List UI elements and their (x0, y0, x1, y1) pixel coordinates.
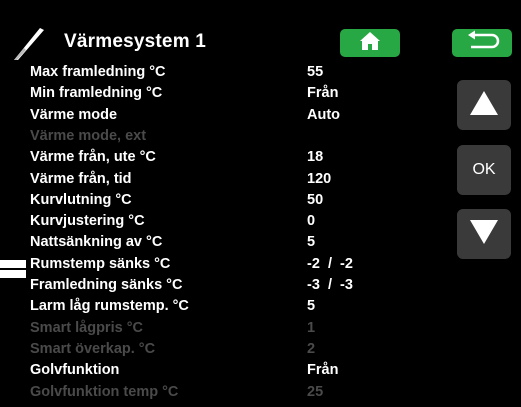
setting-row[interactable]: Rumstemp sänks °C -2 / -2 (0, 256, 440, 277)
setting-label: Värme mode, ext (30, 127, 147, 144)
setting-row[interactable]: Max framledning °C 55 (0, 64, 440, 85)
setting-value: Från (307, 362, 339, 379)
setting-value: Auto (307, 106, 341, 123)
setting-row: Smart överkap. °C 2 (0, 341, 440, 362)
setting-row[interactable]: Golvfunktion Från (0, 362, 440, 383)
setting-value: Från (307, 85, 339, 102)
setting-row: Golvfunktion temp °C 25 (0, 384, 440, 405)
back-button[interactable] (452, 29, 512, 57)
setting-label: Min framledning °C (30, 85, 163, 102)
setting-value: 25 (307, 383, 324, 400)
ok-label: OK (472, 161, 496, 178)
setting-row[interactable]: Värme mode Auto (0, 107, 440, 128)
setting-value: 120 (307, 170, 332, 187)
setting-row[interactable]: Min framledning °C Från (0, 85, 440, 106)
setting-label: Larm låg rumstemp. °C (30, 298, 189, 315)
setting-label: Värme mode (30, 106, 118, 123)
arrow-down-icon (470, 219, 498, 249)
setting-row[interactable]: Värme från, tid 120 (0, 171, 440, 192)
scroll-up-button[interactable] (457, 80, 511, 130)
setting-value: -3 / -3 (307, 277, 353, 293)
setting-label: Nattsänkning av °C (30, 234, 163, 251)
arrow-up-icon (470, 90, 498, 120)
setting-label: Rumstemp sänks °C (30, 255, 171, 272)
ok-button[interactable]: OK (457, 145, 511, 195)
setting-label: Kurvjustering °C (30, 213, 145, 230)
setting-row: Smart lågpris °C 1 (0, 320, 440, 341)
setting-label: Kurvlutning °C (30, 191, 132, 208)
setting-label: Värme från, tid (30, 170, 132, 187)
setting-label: Smart lågpris °C (30, 319, 143, 336)
edge-marker-line (0, 268, 26, 270)
setting-label: Max framledning °C (30, 64, 166, 80)
home-icon (359, 30, 381, 57)
back-arrow-icon (462, 30, 502, 57)
setting-value: 5 (307, 298, 316, 315)
page-title: Värmesystem 1 (64, 31, 207, 52)
setting-row[interactable]: Värme från, ute °C 18 (0, 149, 440, 170)
setting-row[interactable]: Kurvlutning °C 50 (0, 192, 440, 213)
scroll-down-button[interactable] (457, 209, 511, 259)
setting-value: 55 (307, 64, 324, 80)
setting-label: Smart överkap. °C (30, 340, 156, 357)
screen: Värmesystem 1 Max framledning °C 55 Min fr… (0, 0, 521, 407)
setting-row[interactable]: Larm låg rumstemp. °C 5 (0, 298, 440, 319)
setting-label: Golvfunktion (30, 362, 120, 379)
setting-value: 1 (307, 319, 316, 336)
setting-row: Värme mode, ext (0, 128, 440, 149)
setting-label: Framledning sänks °C (30, 277, 183, 293)
setting-value: 2 (307, 340, 316, 357)
setting-value: 18 (307, 149, 324, 166)
setting-row[interactable]: Framledning sänks °C -3 / -3 (0, 277, 440, 298)
thermometer-icon (10, 24, 48, 60)
setting-row[interactable]: Nattsänkning av °C 5 (0, 234, 440, 255)
setting-label: Värme från, ute °C (30, 149, 156, 166)
setting-value: 50 (307, 191, 324, 208)
setting-value: 0 (307, 213, 316, 230)
setting-value: 5 (307, 234, 316, 251)
home-button[interactable] (340, 29, 400, 57)
setting-label: Golvfunktion temp °C (30, 383, 179, 400)
setting-value: -2 / -2 (307, 255, 353, 272)
setting-row[interactable]: Kurvjustering °C 0 (0, 213, 440, 234)
